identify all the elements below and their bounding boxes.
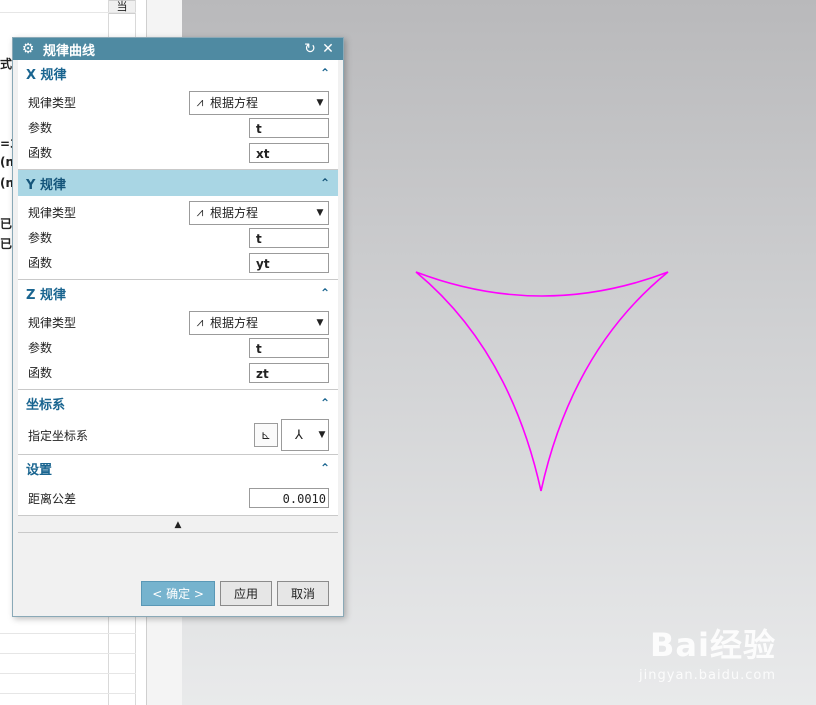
- section-z-law: Z 规律 ⌃ 规律类型 ⩘ 根据方程 ▼ 参数 t 函数 zt: [18, 280, 338, 390]
- close-button[interactable]: ✕: [319, 41, 337, 57]
- section-title: X 规律: [26, 67, 67, 83]
- y-param-row: 参数 t: [18, 225, 338, 250]
- x-func-input[interactable]: xt: [249, 142, 329, 163]
- dropdown-arrow-icon: ▼: [316, 97, 324, 108]
- section-header-z-law[interactable]: Z 规律 ⌃: [18, 280, 338, 306]
- csys-axes-icon: ⅄: [295, 427, 303, 443]
- x-law-type-dropdown[interactable]: ⩘ 根据方程 ▼: [189, 90, 329, 115]
- dialog-titlebar[interactable]: ⚙ 规律曲线 ↻ ✕: [13, 38, 343, 60]
- equation-icon: ⩘: [196, 205, 204, 219]
- dropdown-arrow-icon: ▼: [318, 430, 326, 440]
- chevron-up-icon: ⌃: [319, 286, 330, 300]
- more-options-toggle[interactable]: ▲: [18, 520, 338, 533]
- section-x-law: X 规律 ⌃ 规律类型 ⩘ 根据方程 ▼ 参数 t 函数 xt: [18, 60, 338, 170]
- z-param-input[interactable]: t: [249, 337, 329, 358]
- sheet-row-line: [0, 633, 136, 634]
- csys-dialog-button[interactable]: ⊾: [254, 423, 278, 447]
- section-header-settings[interactable]: 设置 ⌃: [18, 455, 338, 481]
- section-header-x-law[interactable]: X 规律 ⌃: [18, 60, 338, 86]
- chevron-up-icon: ⌃: [319, 461, 330, 475]
- y-func-input[interactable]: yt: [249, 252, 329, 273]
- reset-button[interactable]: ↻: [301, 41, 319, 57]
- y-law-type-value: 根据方程: [210, 206, 259, 220]
- dialog-title: 规律曲线: [43, 43, 96, 59]
- law-curve[interactable]: [415, 271, 669, 492]
- y-func-row: 函数 yt: [18, 250, 338, 275]
- sheet-row-line: [0, 693, 136, 694]
- csys-dialog-icon: ⊾: [260, 428, 272, 442]
- triangle-up-icon: ▲: [174, 520, 182, 530]
- section-title: Y 规律: [26, 177, 66, 193]
- cancel-button[interactable]: 取消: [277, 581, 329, 606]
- section-csys: 坐标系 ⌃ 指定坐标系 ⊾ ⅄ ▼: [18, 390, 338, 455]
- gear-icon: ⚙: [21, 41, 35, 57]
- z-param-row: 参数 t: [18, 335, 338, 360]
- x-param-row: 参数 t: [18, 115, 338, 140]
- sheet-row-line: [0, 653, 136, 654]
- section-header-csys[interactable]: 坐标系 ⌃: [18, 390, 338, 416]
- equation-icon: ⩘: [196, 95, 204, 109]
- sheet-row-line: [0, 673, 136, 674]
- dropdown-arrow-icon: ▼: [316, 207, 324, 218]
- csys-controls: ⊾ ⅄ ▼: [254, 419, 329, 451]
- sheet-text-fragment: 式: [0, 57, 13, 71]
- x-param-input[interactable]: t: [249, 117, 329, 138]
- z-law-type-row: 规律类型 ⩘ 根据方程 ▼: [18, 310, 338, 335]
- dialog-footer: < 确定 > 应用 取消: [141, 581, 329, 606]
- section-title: Z 规律: [26, 287, 66, 303]
- watermark-logo: Bai经验: [650, 626, 776, 664]
- chevron-up-icon: ⌃: [319, 176, 330, 190]
- chevron-up-icon: ⌃: [319, 396, 330, 410]
- z-func-row: 函数 zt: [18, 360, 338, 385]
- chevron-up-icon: ⌃: [319, 66, 330, 80]
- section-settings: 设置 ⌃ 距离公差 0.0010: [18, 455, 338, 516]
- z-law-type-value: 根据方程: [210, 316, 259, 330]
- section-title: 坐标系: [26, 397, 66, 413]
- csys-type-dropdown[interactable]: ⅄ ▼: [281, 419, 329, 451]
- z-func-input[interactable]: zt: [249, 362, 329, 383]
- section-y-law: Y 规律 ⌃ 规律类型 ⩘ 根据方程 ▼ 参数 t 函数 yt: [18, 170, 338, 280]
- apply-button[interactable]: 应用: [220, 581, 272, 606]
- equation-icon: ⩘: [196, 315, 204, 329]
- y-law-type-row: 规律类型 ⩘ 根据方程 ▼: [18, 200, 338, 225]
- section-title: 设置: [26, 462, 53, 478]
- sheet-row-line: [0, 12, 136, 13]
- z-law-type-dropdown[interactable]: ⩘ 根据方程 ▼: [189, 310, 329, 335]
- csys-specify-row: 指定坐标系 ⊾ ⅄ ▼: [18, 416, 338, 454]
- section-header-y-law[interactable]: Y 规律 ⌃: [18, 170, 338, 196]
- law-curve-dialog: ⚙ 规律曲线 ↻ ✕ X 规律 ⌃ 规律类型 ⩘ 根据方程 ▼ 参数 t 函数 …: [12, 37, 344, 617]
- x-law-type-value: 根据方程: [210, 96, 259, 110]
- x-law-type-row: 规律类型 ⩘ 根据方程 ▼: [18, 90, 338, 115]
- dropdown-arrow-icon: ▼: [316, 317, 324, 328]
- tolerance-input[interactable]: 0.0010: [249, 488, 329, 508]
- y-law-type-dropdown[interactable]: ⩘ 根据方程 ▼: [189, 200, 329, 225]
- tolerance-row: 距离公差 0.0010: [18, 481, 338, 515]
- watermark-url: jingyan.baidu.com: [639, 668, 776, 683]
- baidu-watermark: Bai经验 jingyan.baidu.com: [606, 620, 776, 683]
- y-param-input[interactable]: t: [249, 227, 329, 248]
- ok-button[interactable]: < 确定 >: [141, 581, 215, 606]
- x-func-row: 函数 xt: [18, 140, 338, 165]
